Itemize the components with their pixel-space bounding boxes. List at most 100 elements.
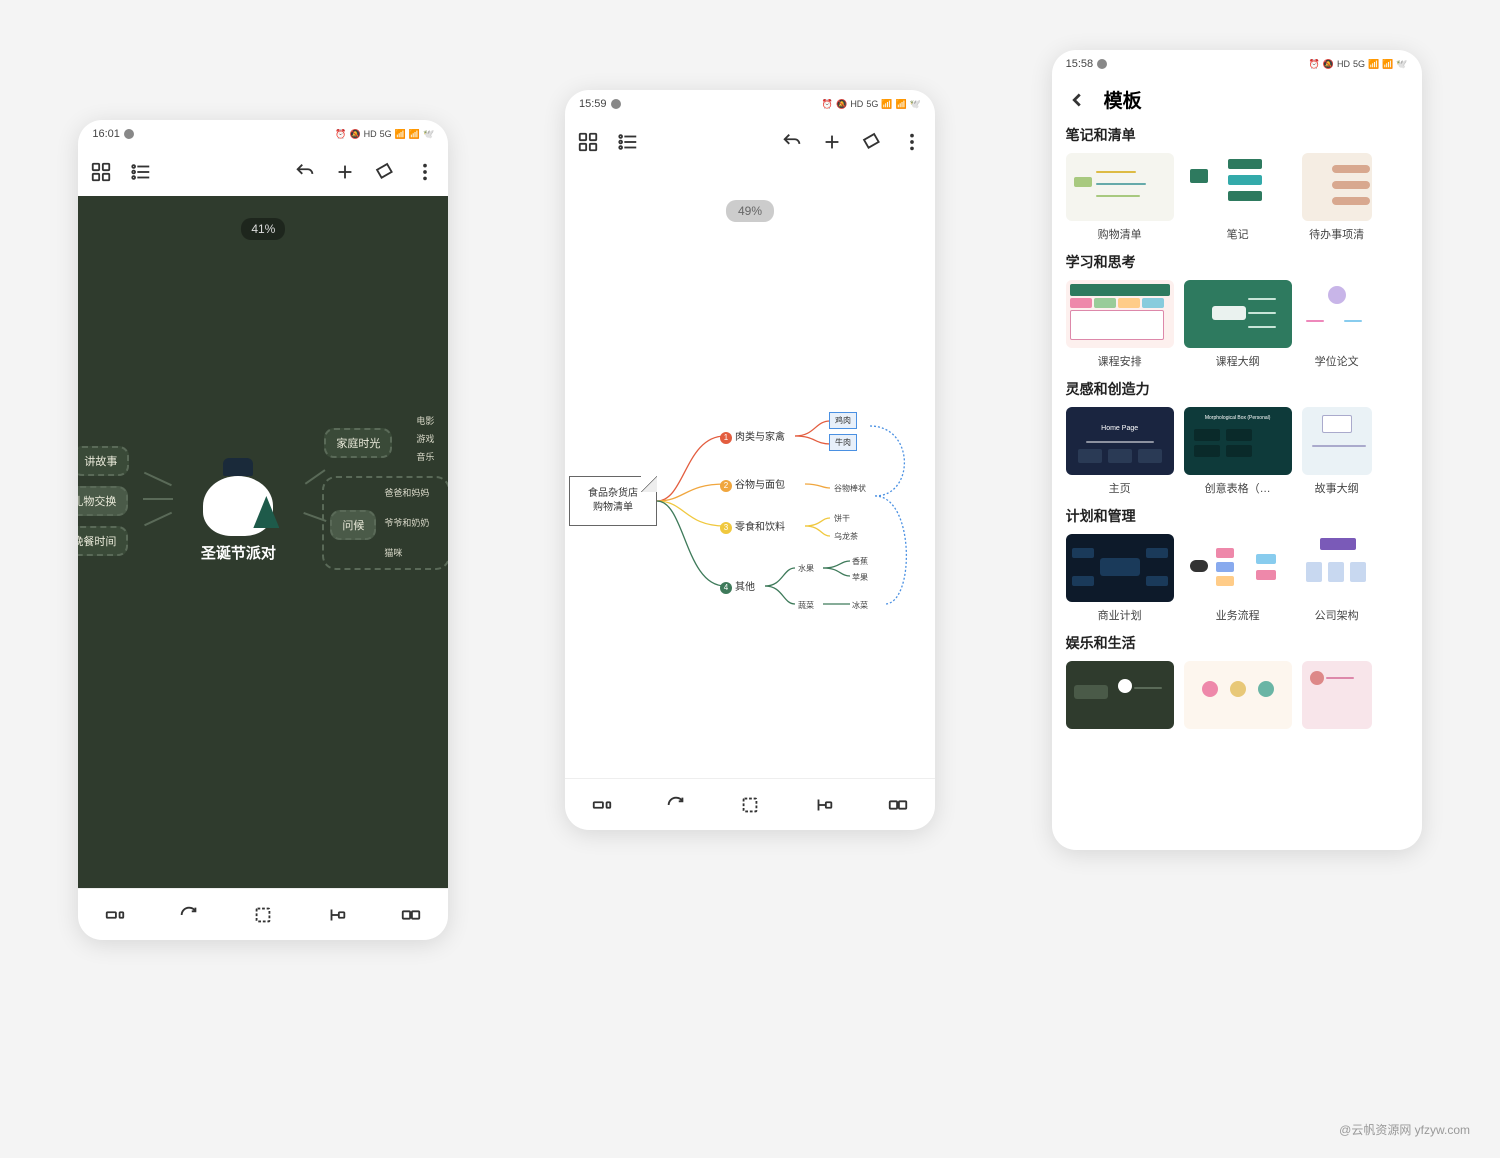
template-list[interactable]: 笔记和清单购物清单笔记待办事项清学习和思考课程安排课程大纲学位论文灵感和创造力 H… bbox=[1052, 121, 1422, 850]
mindmap-leaf[interactable]: 游戏 bbox=[416, 432, 434, 445]
template-thumbnail bbox=[1302, 153, 1372, 221]
redo-line-icon[interactable] bbox=[178, 904, 200, 926]
brush-icon[interactable] bbox=[374, 161, 396, 183]
mindmap-node[interactable]: 讲故事 bbox=[78, 446, 129, 476]
bottom-toolbar bbox=[78, 888, 448, 940]
redo-line-icon[interactable] bbox=[665, 794, 687, 816]
snowman-illustration bbox=[203, 476, 273, 536]
more-icon[interactable] bbox=[901, 131, 923, 153]
mindmap-leaf[interactable]: 苹果 bbox=[847, 570, 873, 585]
mindmap-node[interactable]: 礼物交换 bbox=[78, 486, 128, 516]
group-icon[interactable] bbox=[591, 794, 613, 816]
template-section: 笔记和清单购物清单笔记待办事项清 bbox=[1066, 125, 1422, 244]
template-caption: 主页 bbox=[1066, 475, 1174, 498]
template-card[interactable]: Morphological Box (Personal)创意表格（… bbox=[1184, 407, 1292, 498]
template-caption: 业务流程 bbox=[1184, 602, 1292, 625]
brush-icon[interactable] bbox=[861, 131, 883, 153]
focus-icon[interactable] bbox=[252, 904, 274, 926]
focus-icon[interactable] bbox=[739, 794, 761, 816]
subchild-icon[interactable] bbox=[326, 904, 348, 926]
mindmap-branch[interactable]: 1肉类与家禽 bbox=[720, 428, 785, 444]
section-title: 计划和管理 bbox=[1066, 506, 1422, 526]
back-icon[interactable] bbox=[1066, 89, 1088, 111]
mindmap-branch[interactable]: 3零食和饮料 bbox=[720, 518, 785, 534]
mindmap-leaf[interactable]: 谷物棒状 bbox=[829, 481, 871, 496]
mindmap-leaf[interactable]: 蔬菜 bbox=[793, 598, 819, 613]
add-icon[interactable] bbox=[334, 161, 356, 183]
template-section: 学习和思考课程安排课程大纲学位论文 bbox=[1066, 252, 1422, 371]
mindmap-canvas[interactable]: 49% 食品杂货店 购物清单 1肉类与家禽 鸡肉 牛肉 2谷物与 bbox=[565, 166, 935, 778]
mindmap-leaf[interactable]: 猫咪 bbox=[384, 546, 402, 559]
template-caption: 公司架构 bbox=[1302, 602, 1372, 625]
mindmap-root-node[interactable]: 食品杂货店 购物清单 bbox=[569, 476, 657, 526]
mindmap-leaf-selected[interactable]: 鸡肉 bbox=[829, 412, 857, 429]
template-thumbnail bbox=[1184, 153, 1292, 221]
template-card[interactable] bbox=[1302, 661, 1372, 729]
template-card[interactable]: 学位论文 bbox=[1302, 280, 1372, 371]
template-card[interactable]: 待办事项清 bbox=[1302, 153, 1372, 244]
mindmap-leaf[interactable]: 香蕉 bbox=[847, 554, 873, 569]
bottom-toolbar bbox=[565, 778, 935, 830]
mindmap-node[interactable]: 家庭时光 bbox=[324, 428, 392, 458]
mindmap-branch[interactable]: 2谷物与面包 bbox=[720, 476, 785, 492]
template-card[interactable]: 公司架构 bbox=[1302, 534, 1372, 625]
status-bar: 15:58 ⏰🔕HD5G📶📶🕊️ bbox=[1052, 50, 1422, 78]
template-card[interactable] bbox=[1184, 661, 1292, 729]
template-section: 灵感和创造力Home Page主页Morphological Box (Pers… bbox=[1066, 379, 1422, 498]
mindmap-leaf[interactable]: 爸爸和妈妈 bbox=[384, 486, 429, 499]
undo-icon[interactable] bbox=[294, 161, 316, 183]
template-card[interactable] bbox=[1066, 661, 1174, 729]
template-card[interactable]: 商业计划 bbox=[1066, 534, 1174, 625]
template-thumbnail bbox=[1066, 153, 1174, 221]
template-thumbnail bbox=[1302, 407, 1372, 475]
link-icon[interactable] bbox=[400, 904, 422, 926]
template-card[interactable]: 笔记 bbox=[1184, 153, 1292, 244]
list-view-icon[interactable] bbox=[617, 131, 639, 153]
list-view-icon[interactable] bbox=[130, 161, 152, 183]
status-bar: 15:59 ⏰🔕HD5G📶📶🕊️ bbox=[565, 90, 935, 118]
grid-view-icon[interactable] bbox=[90, 161, 112, 183]
template-caption: 课程大纲 bbox=[1184, 348, 1292, 371]
link-icon[interactable] bbox=[887, 794, 909, 816]
section-title: 笔记和清单 bbox=[1066, 125, 1422, 145]
grid-view-icon[interactable] bbox=[577, 131, 599, 153]
template-caption: 商业计划 bbox=[1066, 602, 1174, 625]
template-thumbnail: Morphological Box (Personal) bbox=[1184, 407, 1292, 475]
template-thumbnail bbox=[1066, 534, 1174, 602]
status-indicators: ⏰🔕HD5G📶📶🕊️ bbox=[1309, 59, 1408, 70]
template-caption: 课程安排 bbox=[1066, 348, 1174, 371]
mindmap-leaf[interactable]: 水果 bbox=[793, 561, 819, 576]
template-thumbnail bbox=[1184, 661, 1292, 729]
mindmap-leaf[interactable]: 乌龙茶 bbox=[829, 529, 863, 544]
template-card[interactable]: Home Page主页 bbox=[1066, 407, 1174, 498]
status-indicators: ⏰🔕HD5G📶📶🕊️ bbox=[335, 129, 434, 140]
page-title: 模板 bbox=[1104, 86, 1142, 113]
add-icon[interactable] bbox=[821, 131, 843, 153]
top-toolbar bbox=[565, 118, 935, 166]
mindmap-branch[interactable]: 4其他 bbox=[720, 578, 755, 594]
template-section: 计划和管理商业计划业务流程公司架构 bbox=[1066, 506, 1422, 625]
mindmap-canvas[interactable]: 41% 圣诞节派对 讲故事 礼物交换 晚餐时间 家庭时光 电影 游戏 音乐 问候… bbox=[78, 196, 448, 888]
template-thumbnail: Home Page bbox=[1066, 407, 1174, 475]
template-card[interactable]: 购物清单 bbox=[1066, 153, 1174, 244]
undo-icon[interactable] bbox=[781, 131, 803, 153]
mindmap-node[interactable]: 晚餐时间 bbox=[78, 526, 128, 556]
mindmap-center-node[interactable]: 圣诞节派对 bbox=[173, 476, 303, 563]
template-card[interactable]: 课程安排 bbox=[1066, 280, 1174, 371]
template-thumbnail bbox=[1066, 280, 1174, 348]
more-icon[interactable] bbox=[414, 161, 436, 183]
template-card[interactable]: 故事大纲 bbox=[1302, 407, 1372, 498]
mindmap-leaf[interactable]: 饼干 bbox=[829, 511, 855, 526]
mindmap-node-selected[interactable]: 问候 bbox=[330, 510, 376, 540]
subchild-icon[interactable] bbox=[813, 794, 835, 816]
template-card[interactable]: 课程大纲 bbox=[1184, 280, 1292, 371]
mindmap-leaf[interactable]: 冰菜 bbox=[847, 598, 873, 613]
mindmap-connectors bbox=[565, 166, 935, 778]
mindmap-leaf[interactable]: 爷爷和奶奶 bbox=[384, 516, 429, 529]
mindmap-leaf[interactable]: 电影 bbox=[416, 414, 434, 427]
group-icon[interactable] bbox=[104, 904, 126, 926]
template-card[interactable]: 业务流程 bbox=[1184, 534, 1292, 625]
section-title: 灵感和创造力 bbox=[1066, 379, 1422, 399]
mindmap-leaf[interactable]: 音乐 bbox=[416, 450, 434, 463]
mindmap-leaf-selected[interactable]: 牛肉 bbox=[829, 434, 857, 451]
